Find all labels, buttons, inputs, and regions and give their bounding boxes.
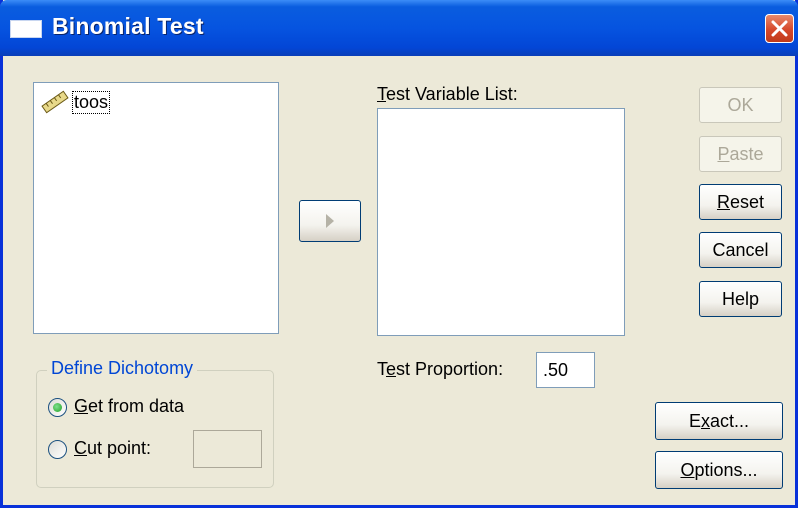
list-item-label: toos xyxy=(72,90,111,114)
source-variable-list[interactable]: toos xyxy=(33,82,279,334)
cancel-button[interactable]: Cancel xyxy=(699,232,782,268)
define-dichotomy-group xyxy=(36,370,274,488)
close-icon xyxy=(771,20,788,37)
right-arrow-icon xyxy=(326,214,334,228)
test-variable-list[interactable] xyxy=(377,108,625,336)
options-button[interactable]: Options... xyxy=(655,451,783,489)
get-from-data-radio[interactable] xyxy=(48,398,67,417)
cut-point-input[interactable] xyxy=(193,430,262,468)
title-bar[interactable]: Binomial Test xyxy=(0,0,798,56)
close-button[interactable] xyxy=(765,14,794,43)
binomial-test-dialog: Binomial Test toos Test Variable List: O… xyxy=(0,0,798,508)
radio-selected-dot xyxy=(53,403,62,412)
window-icon xyxy=(10,20,42,38)
ruler-scale-icon xyxy=(41,90,69,114)
test-proportion-label: Test Proportion: xyxy=(377,359,504,379)
ok-button[interactable]: OK xyxy=(699,87,782,123)
help-button[interactable]: Help xyxy=(699,281,782,317)
paste-button[interactable]: Paste xyxy=(699,136,782,172)
define-dichotomy-title: Define Dichotomy xyxy=(47,358,198,379)
cut-point-label[interactable]: Cut point: xyxy=(74,438,151,459)
get-from-data-label[interactable]: Get from data xyxy=(74,396,184,417)
test-variable-list-label: Test Variable List: xyxy=(377,84,518,104)
list-item[interactable]: toos xyxy=(40,89,111,115)
exact-button[interactable]: Ex act... xyxy=(655,402,783,440)
window-title: Binomial Test xyxy=(52,13,204,39)
test-proportion-input[interactable]: .50 xyxy=(536,352,595,388)
move-to-test-list-button[interactable] xyxy=(299,200,361,242)
reset-button[interactable]: Reset xyxy=(699,184,782,220)
cut-point-radio[interactable] xyxy=(48,440,67,459)
